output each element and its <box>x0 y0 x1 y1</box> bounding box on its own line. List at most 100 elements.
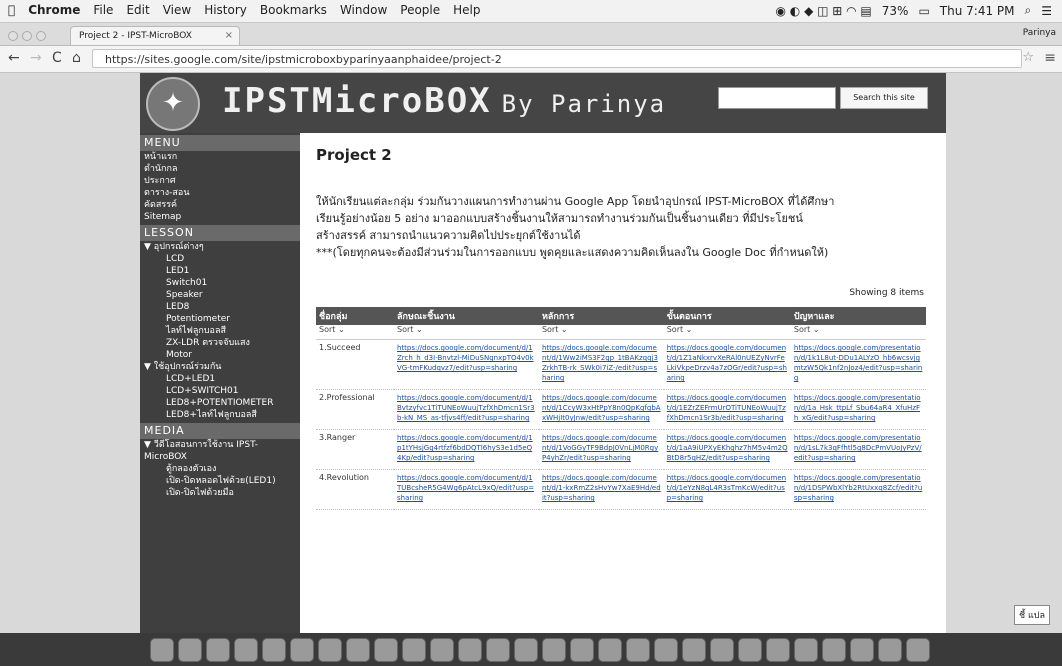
bookmark-star-icon[interactable]: ☆ <box>1022 50 1034 65</box>
sidebar-subitem[interactable]: ไลท์ไฟลูกบอลสี <box>140 325 300 337</box>
sidebar-subitem[interactable]: เปิด-ปิดหลอดไฟด้วย(LED1) <box>140 475 300 487</box>
doc-link[interactable]: https://docs.google.com/document/d/1Ww2i… <box>542 343 661 383</box>
sort-control[interactable]: Sort ⌄ <box>663 325 791 340</box>
menu-edit[interactable]: Edit <box>126 3 149 17</box>
dock-app-icon[interactable] <box>458 638 482 662</box>
dock-app-icon[interactable] <box>290 638 314 662</box>
doc-link[interactable]: https://docs.google.com/presentation/d/1… <box>794 393 923 423</box>
doc-link[interactable]: https://docs.google.com/document/d/1eYzN… <box>667 473 788 503</box>
doc-link[interactable]: https://docs.google.com/document/d/1TUBc… <box>397 473 536 503</box>
reload-icon[interactable]: C <box>52 50 62 66</box>
sidebar-group-combined[interactable]: ▼ ใช้อุปกรณ์ร่วมกัน <box>140 361 300 373</box>
close-tab-icon[interactable]: × <box>225 30 233 41</box>
sidebar-item[interactable]: ตำนักกล <box>140 163 300 175</box>
doc-link[interactable]: https://docs.google.com/document/d/1aA9i… <box>667 433 788 463</box>
dock-app-icon[interactable] <box>486 638 510 662</box>
dock-app-icon[interactable] <box>794 638 818 662</box>
menu-view[interactable]: View <box>163 3 191 17</box>
doc-link[interactable]: https://docs.google.com/document/d/1VoGG… <box>542 433 661 463</box>
finder-icon[interactable] <box>150 638 174 662</box>
dock-app-icon[interactable] <box>234 638 258 662</box>
sort-control[interactable]: Sort ⌄ <box>538 325 664 340</box>
site-title[interactable]: IPSTMicroBOX By Parinya <box>222 81 666 121</box>
dock-app-icon[interactable] <box>542 638 566 662</box>
dock-app-icon[interactable] <box>822 638 846 662</box>
sidebar-item-sitemap[interactable]: Sitemap <box>140 211 300 223</box>
doc-link[interactable]: https://docs.google.com/presentation/d/1… <box>794 433 923 463</box>
list-icon[interactable]: ☰ <box>1041 4 1052 18</box>
dock-app-icon[interactable] <box>710 638 734 662</box>
dock-app-icon[interactable] <box>346 638 370 662</box>
home-icon[interactable]: ⌂ <box>72 50 81 66</box>
sidebar-subitem[interactable]: เปิด-ปิดไฟด้วยมือ <box>140 487 300 499</box>
dock-app-icon[interactable] <box>262 638 286 662</box>
dock-app-icon[interactable] <box>178 638 202 662</box>
sidebar-subitem[interactable]: ตู้กลองตัวเอง <box>140 463 300 475</box>
sidebar-subitem[interactable]: LED8 <box>140 301 300 313</box>
search-icon[interactable]: ⌕ <box>1025 3 1032 18</box>
doc-link[interactable]: https://docs.google.com/document/d/1CcyW… <box>542 393 661 423</box>
sidebar-subitem[interactable]: LED8+POTENTIOMETER <box>140 397 300 409</box>
column-header[interactable]: ขั้นตอนการ <box>663 307 791 325</box>
doc-link[interactable]: https://docs.google.com/presentation/d/1… <box>794 343 923 383</box>
doc-link[interactable]: https://docs.google.com/document/d/1-kxR… <box>542 473 661 503</box>
sidebar-subitem[interactable]: Speaker <box>140 289 300 301</box>
dock-app-icon[interactable] <box>598 638 622 662</box>
dock-app-icon[interactable] <box>318 638 342 662</box>
trash-icon[interactable] <box>906 638 930 662</box>
doc-link[interactable]: https://docs.google.com/presentation/d/1… <box>794 473 923 503</box>
dock-app-icon[interactable] <box>878 638 902 662</box>
dock-app-icon[interactable] <box>654 638 678 662</box>
status-icons[interactable]: ◉ ◐ ◆ ◫ ⊞ ◠ ▤ <box>776 4 872 18</box>
sidebar-group-videos[interactable]: ▼ วีดีโอสอนการใช้งาน IPST-MicroBOX <box>140 439 300 463</box>
sort-control[interactable]: Sort ⌄ <box>316 325 394 340</box>
profile-name[interactable]: Parinya <box>1023 28 1056 38</box>
doc-link[interactable]: https://docs.google.com/document/d/1EZrZ… <box>667 393 788 423</box>
column-header[interactable]: ชื่อกลุ่ม <box>316 307 394 325</box>
dock-app-icon[interactable] <box>682 638 706 662</box>
dock-app-icon[interactable] <box>626 638 650 662</box>
clock[interactable]: Thu 7:41 PM <box>940 4 1015 18</box>
sidebar-subitem[interactable]: LED1 <box>140 265 300 277</box>
dock-app-icon[interactable] <box>850 638 874 662</box>
sidebar-subitem[interactable]: LED8+ไลท์ไฟลูกบอลสี <box>140 409 300 421</box>
doc-link[interactable]: https://docs.google.com/document/d/1Z1aN… <box>667 343 788 383</box>
column-header[interactable]: ลักษณะชิ้นงาน <box>394 307 539 325</box>
sidebar-item[interactable]: ตาราง-สอน <box>140 187 300 199</box>
menu-people[interactable]: People <box>400 3 440 17</box>
dock-app-icon[interactable] <box>514 638 538 662</box>
app-menu[interactable]: Chrome <box>28 3 80 17</box>
menu-history[interactable]: History <box>204 3 247 17</box>
dock-app-icon[interactable] <box>206 638 230 662</box>
translate-badge[interactable]: ชี้ แปล <box>1014 605 1050 625</box>
close-window-button[interactable] <box>8 31 18 41</box>
dock-app-icon[interactable] <box>374 638 398 662</box>
column-header[interactable]: หลักการ <box>538 307 664 325</box>
sidebar-subitem[interactable]: Switch01 <box>140 277 300 289</box>
dock-app-icon[interactable] <box>570 638 594 662</box>
sidebar-subitem[interactable]: Potentiometer <box>140 313 300 325</box>
apple-icon[interactable]:  <box>8 3 15 17</box>
sort-control[interactable]: Sort ⌄ <box>790 325 926 340</box>
doc-link[interactable]: https://docs.google.com/document/d/1Bvtz… <box>397 393 536 423</box>
tab-project-2[interactable]: Project 2 - IPST-MicroBOX × <box>70 26 240 45</box>
back-arrow-icon[interactable]: ← <box>8 50 20 66</box>
battery-percent[interactable]: 73% <box>882 4 909 18</box>
column-header[interactable]: ปัญหาและ <box>790 307 926 325</box>
dock-app-icon[interactable] <box>402 638 426 662</box>
doc-link[interactable]: https://docs.google.com/document/d/1Zrch… <box>397 343 536 373</box>
address-bar[interactable]: https://sites.google.com/site/ipstmicrob… <box>92 49 1022 68</box>
sidebar-subitem[interactable]: Motor <box>140 349 300 361</box>
doc-link[interactable]: https://docs.google.com/document/d/1p1tY… <box>397 433 536 463</box>
sidebar-subitem[interactable]: LCD+SWITCH01 <box>140 385 300 397</box>
sidebar-group-devices[interactable]: ▼ อุปกรณ์ต่างๆ <box>140 241 300 253</box>
dock-app-icon[interactable] <box>766 638 790 662</box>
sidebar-subitem[interactable]: LCD <box>140 253 300 265</box>
dock-app-icon[interactable] <box>738 638 762 662</box>
sidebar-item[interactable]: ประกาศ <box>140 175 300 187</box>
zoom-window-button[interactable] <box>36 31 46 41</box>
menu-file[interactable]: File <box>93 3 113 17</box>
menu-bookmarks[interactable]: Bookmarks <box>260 3 327 17</box>
site-search-input[interactable] <box>718 87 836 109</box>
menu-window[interactable]: Window <box>340 3 387 17</box>
